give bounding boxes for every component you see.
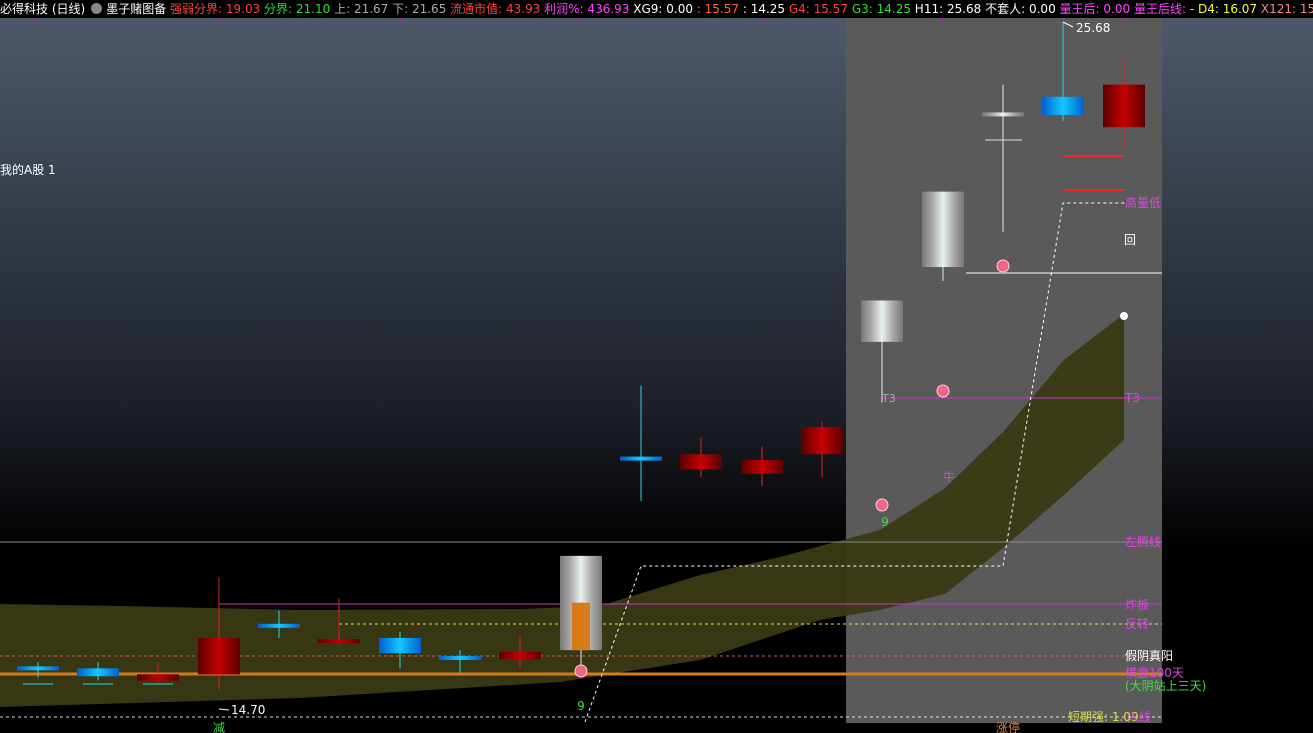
- candle-body-2: [137, 674, 179, 681]
- candle-body-16: [982, 112, 1024, 117]
- candle-body-6: [379, 637, 421, 654]
- candle-body-18: [1103, 84, 1145, 128]
- header-item-13: G3: 14.25: [848, 2, 911, 16]
- header-item-4: 分界: 21.10: [260, 2, 331, 16]
- candle-body-7: [439, 656, 481, 661]
- header-item-11: : 14.25: [739, 2, 786, 16]
- header-item-16: 量王后: 0.00: [1055, 2, 1131, 16]
- header-item-6: 下: 21.65: [388, 2, 447, 16]
- header-item-19: X121: 15.29: [1260, 2, 1313, 16]
- bull-label: 牛: [943, 469, 955, 484]
- header-item-3: 强弱分界: 19.03: [166, 2, 261, 16]
- line-label-9: 高量低: [1125, 195, 1161, 210]
- line-label-4: 假阴真阳: [1125, 649, 1173, 663]
- candle-body-15: [922, 191, 964, 268]
- header-item-10: : 15.57: [692, 2, 740, 16]
- header-item-7: 流通市值: 43.93: [446, 2, 541, 16]
- line-label-5: 横盘100天: [1125, 665, 1184, 680]
- chevron-circle-icon: [91, 3, 103, 14]
- candle-body-8: [499, 651, 541, 660]
- candle-body-10: [620, 456, 662, 461]
- line-label-1: T3: [1124, 391, 1140, 405]
- candle-body-12: [741, 459, 783, 474]
- chart-window: 必得科技 (日线) 墨子赌图备 强弱分界: 19.03 分界: 21.10 上: …: [0, 0, 1313, 733]
- header-item-15: 不套人: 0.00: [981, 2, 1056, 16]
- line-label-3: 反转: [1125, 616, 1149, 631]
- candle-body-3: [198, 637, 240, 675]
- candle-body-5: [318, 638, 360, 643]
- end-dot: [1120, 312, 1128, 320]
- candle-body-1: [77, 668, 119, 677]
- line-label-8: 入线: [1127, 710, 1151, 724]
- reduce-label: 减: [213, 721, 225, 733]
- pig-icon-3: [996, 259, 1010, 273]
- line-label-6: (大阴站上三天): [1125, 679, 1206, 693]
- indicator-header: 必得科技 (日线) 墨子赌图备 强弱分界: 19.03 分界: 21.10 上: …: [0, 0, 1313, 18]
- candle-body-4: [258, 623, 300, 628]
- limit-up-label: 涨停: [996, 720, 1020, 733]
- header-item-0: 必得科技 (日线): [0, 2, 86, 16]
- header-item-9: XG9: 0.00: [629, 2, 693, 16]
- candle-body-14: [861, 300, 903, 342]
- line-label-2: 炸板: [1125, 598, 1149, 612]
- header-item-2: 墨子赌图备: [106, 2, 167, 16]
- low-price-label: 14.70: [231, 703, 265, 717]
- pig-icon-1: [875, 498, 889, 512]
- pig-icon-2: [936, 384, 950, 398]
- side-label: 我的A股 1: [0, 162, 56, 177]
- nine-label-2: 9: [881, 515, 889, 529]
- header-item-12: G4: 15.57: [785, 2, 849, 16]
- header-item-5: 上: 21.67: [330, 2, 389, 16]
- header-item-14: H11: 25.68: [910, 2, 982, 16]
- candlestick-chart[interactable]: 左腾线T3炸板反转假阴真阳横盘100天(大阴站上三天)短期强: 1.09入线高量…: [0, 0, 1313, 733]
- header-item-8: 利润%: 436.93: [540, 2, 630, 16]
- candle-body-13: [801, 426, 843, 455]
- t3-small-label: T3: [881, 392, 896, 405]
- candle-body-11: [680, 454, 722, 470]
- header-item-17: 量王后线:: [1130, 2, 1190, 16]
- candle-body-0: [17, 666, 59, 671]
- return-label: 回: [1124, 233, 1136, 247]
- line-label-0: 左腾线: [1125, 534, 1161, 549]
- candle-inner-9: [572, 602, 590, 651]
- pig-icon-0: [574, 664, 588, 678]
- candle-body-17: [1042, 96, 1084, 116]
- high-price-label: 25.68: [1076, 21, 1110, 35]
- nine-label-1: 9: [577, 699, 585, 713]
- header-item-18: - D4: 16.07: [1189, 2, 1258, 16]
